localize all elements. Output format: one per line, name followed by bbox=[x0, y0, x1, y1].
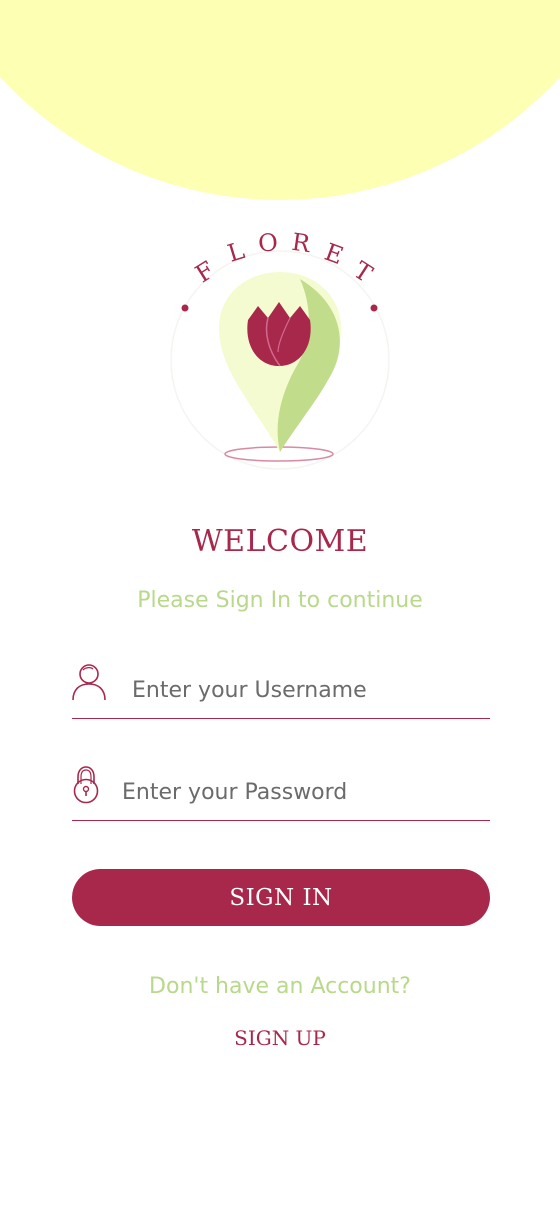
sign-up-link[interactable]: SIGN UP bbox=[200, 1026, 360, 1050]
logo-letter: O bbox=[257, 228, 279, 257]
username-input[interactable] bbox=[132, 672, 482, 708]
login-screen: F L O R E T WELCOME Please Sign In to co… bbox=[0, 0, 560, 1218]
password-input[interactable] bbox=[122, 774, 482, 810]
logo-letter: R bbox=[290, 228, 313, 258]
username-field bbox=[72, 662, 490, 719]
lock-icon bbox=[73, 766, 99, 804]
logo-letter: E bbox=[321, 238, 347, 270]
welcome-title: WELCOME bbox=[191, 524, 369, 559]
top-decorative-shape bbox=[0, 0, 560, 200]
user-icon bbox=[72, 664, 106, 701]
logo-letter: L bbox=[224, 236, 247, 267]
sign-in-button[interactable]: SIGN IN bbox=[72, 869, 490, 926]
logo-letter: T bbox=[349, 256, 378, 288]
no-account-prompt: Don't have an Account? bbox=[149, 974, 411, 999]
password-field bbox=[72, 764, 490, 821]
welcome-subtitle: Please Sign In to continue bbox=[137, 588, 423, 613]
floret-logo: F L O R E T bbox=[170, 228, 390, 470]
